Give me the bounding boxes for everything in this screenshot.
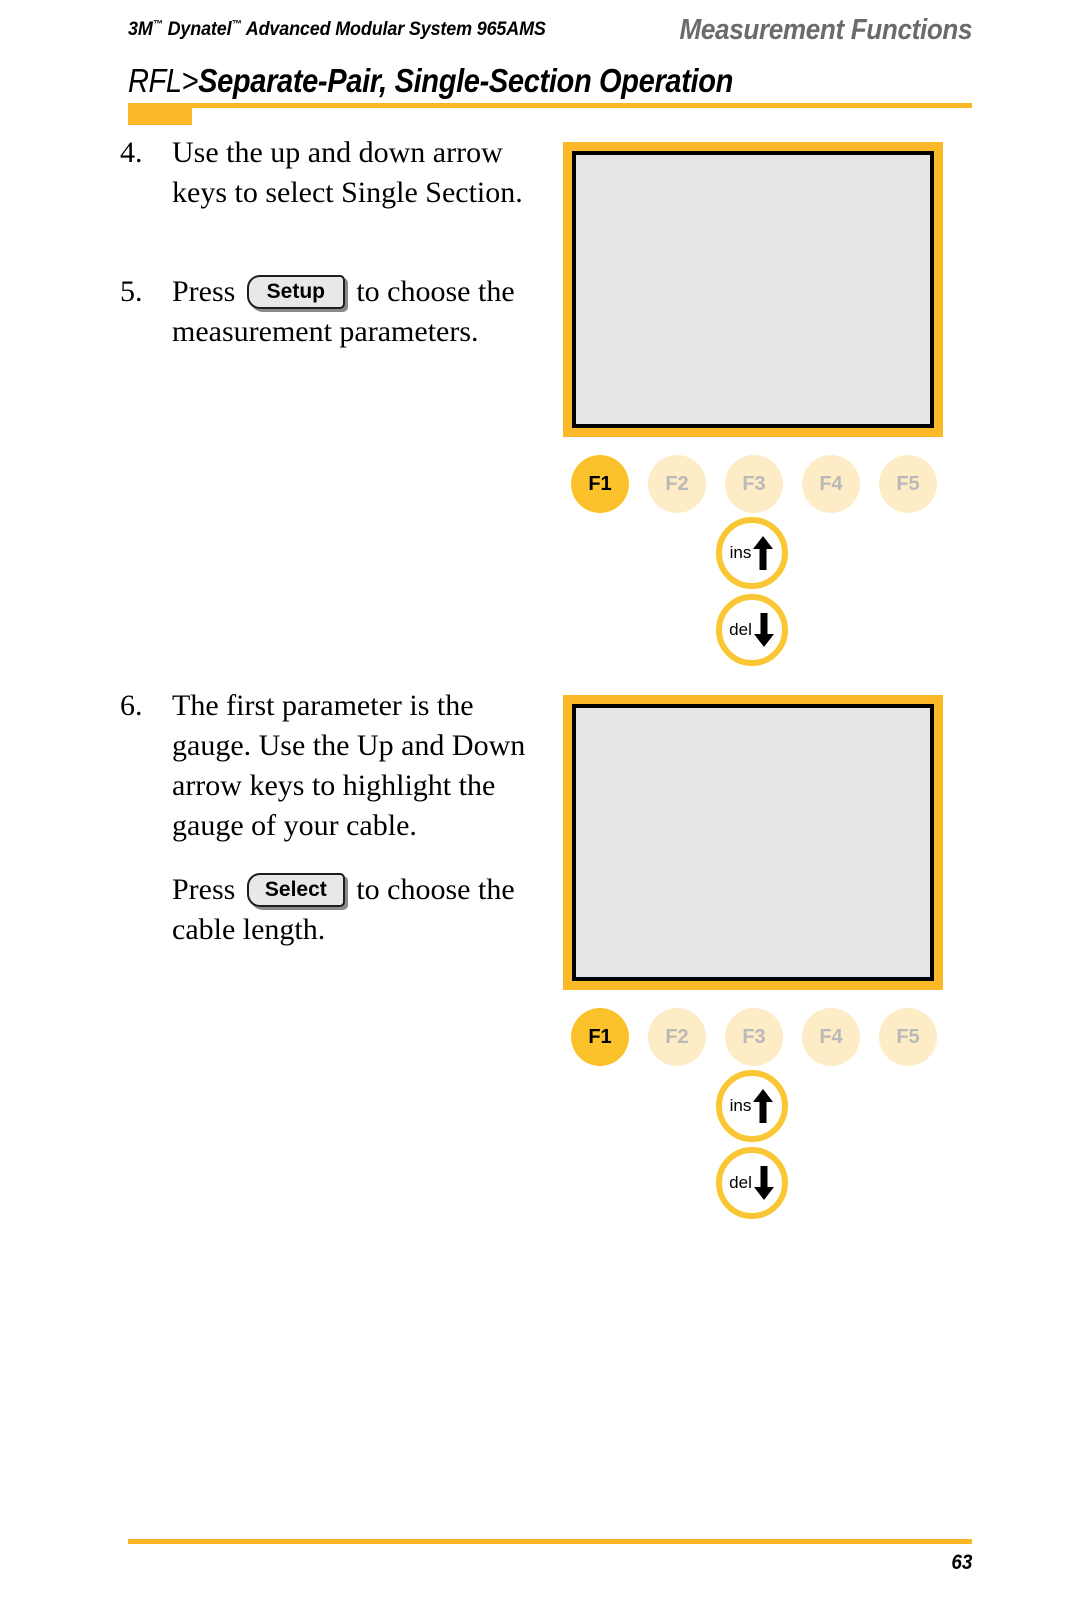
device-screen-bezel <box>563 695 943 990</box>
arrow-up-icon <box>753 1089 774 1123</box>
del-down-arrow-key[interactable]: del <box>716 1147 788 1219</box>
setup-key-button[interactable]: Setup <box>246 275 345 309</box>
step-number: 5. <box>120 275 143 308</box>
function-key-f2[interactable]: F2 <box>648 455 706 513</box>
step-subtext-before: Press <box>172 873 236 906</box>
step-row: 6. The first parameter is the gauge. Use… <box>120 686 550 846</box>
step-text: The first parameter is the gauge. Use th… <box>172 689 526 842</box>
step-subparagraph: Press Select to choose the cable length. <box>172 870 550 950</box>
del-down-arrow-key[interactable]: del <box>716 594 788 666</box>
arrow-down-icon <box>753 1166 774 1200</box>
step-number: 6. <box>120 689 143 722</box>
arrow-key-group: ins del <box>563 517 943 677</box>
function-key-f3[interactable]: F3 <box>725 455 783 513</box>
step-text: Press Setup to choose the measurement pa… <box>172 272 550 352</box>
arrow-up-icon <box>753 536 774 570</box>
function-key-f4[interactable]: F4 <box>802 455 860 513</box>
del-key-label: del <box>729 620 752 639</box>
select-key-button[interactable]: Select <box>246 873 345 907</box>
step-number: 4. <box>120 136 143 169</box>
function-key-f5[interactable]: F5 <box>879 1008 937 1066</box>
step-row: 5. Press Setup to choose the measurement… <box>120 272 550 352</box>
step-text-before: Press <box>172 275 236 308</box>
step-block-5: 5. Press Setup to choose the measurement… <box>120 272 550 352</box>
step-text: Use the up and down arrow keys to select… <box>172 136 523 209</box>
function-key-f5[interactable]: F5 <box>879 455 937 513</box>
step-block-4: 4. Use the up and down arrow keys to sel… <box>120 133 550 213</box>
device-illustration-1: F1 F2 F3 F4 F5 ins del <box>563 142 963 677</box>
step-row: 4. Use the up and down arrow keys to sel… <box>120 133 550 213</box>
page-number: 63 <box>950 1551 972 1574</box>
arrow-key-group: ins del <box>563 1070 943 1230</box>
del-key-label: del <box>729 1173 752 1192</box>
function-key-f1[interactable]: F1 <box>571 1008 629 1066</box>
function-key-row: F1 F2 F3 F4 F5 <box>563 455 943 513</box>
device-illustration-2: F1 F2 F3 F4 F5 ins del <box>563 695 963 1230</box>
function-key-row: F1 F2 F3 F4 F5 <box>563 1008 943 1066</box>
device-screen-bezel <box>563 142 943 437</box>
function-key-f3[interactable]: F3 <box>725 1008 783 1066</box>
function-key-f4[interactable]: F4 <box>802 1008 860 1066</box>
footer-divider-rule <box>128 1539 972 1544</box>
function-key-f2[interactable]: F2 <box>648 1008 706 1066</box>
step-block-6: 6. The first parameter is the gauge. Use… <box>120 686 550 950</box>
page-content: 4. Use the up and down arrow keys to sel… <box>0 0 1080 1608</box>
ins-up-arrow-key[interactable]: ins <box>716 1070 788 1142</box>
ins-key-label: ins <box>729 1096 752 1115</box>
ins-up-arrow-key[interactable]: ins <box>716 517 788 589</box>
ins-key-label: ins <box>729 543 752 562</box>
function-key-f1[interactable]: F1 <box>571 455 629 513</box>
device-screen-display <box>572 704 934 981</box>
device-screen-display <box>572 151 934 428</box>
arrow-down-icon <box>753 613 774 647</box>
